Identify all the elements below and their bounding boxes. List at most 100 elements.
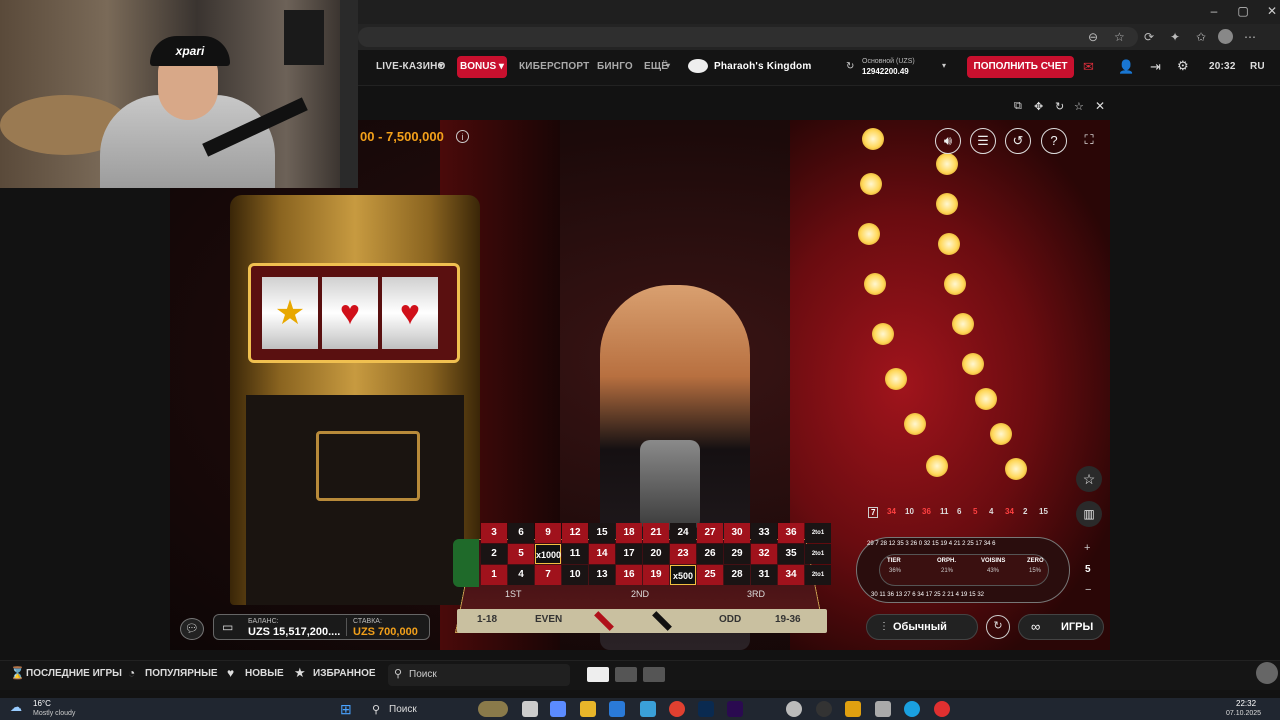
tab-favorites[interactable]: ИЗБРАННОЕ (313, 668, 376, 679)
telegram-icon[interactable] (640, 701, 656, 717)
more-menu-icon[interactable]: ⋯ (1244, 30, 1256, 44)
number-cell[interactable]: 26 (697, 544, 723, 564)
number-cell[interactable]: 29 (724, 544, 750, 564)
number-cell[interactable]: 27 (697, 523, 723, 543)
number-cell[interactable]: 2 (481, 544, 507, 564)
number-cell[interactable]: 6 (508, 523, 534, 543)
dozen-2[interactable]: 2ND (631, 589, 649, 599)
number-cell[interactable]: 30 (724, 523, 750, 543)
number-cell[interactable]: 28 (724, 565, 750, 585)
nav-more[interactable]: ЕЩЁ (644, 61, 668, 72)
dozen-1[interactable]: 1ST (505, 589, 522, 599)
tab-recent-games[interactable]: ПОСЛЕДНИЕ ИГРЫ (26, 668, 122, 679)
refresh-balance-icon[interactable]: ↻ (846, 61, 854, 72)
app-icon[interactable] (845, 701, 861, 717)
number-cell[interactable]: x500 (670, 565, 696, 585)
widget-icon[interactable] (478, 701, 508, 717)
address-bar[interactable] (358, 27, 1138, 47)
autoplay-icon[interactable]: ↻ (986, 615, 1010, 639)
chrome-icon[interactable] (669, 701, 685, 717)
premiere-icon[interactable] (727, 701, 743, 717)
game-search-input[interactable]: ⚲ Поиск (388, 664, 570, 686)
history-icon[interactable]: ↺ (1005, 128, 1031, 154)
number-cell[interactable]: 17 (616, 544, 642, 564)
info-icon[interactable]: i (456, 130, 469, 143)
roulette-betting-table[interactable]: 3 6 9 12 15 18 21 24 27 30 33 36 2to1 2 5 x1000 11 14 17 20… (445, 523, 835, 633)
reader-icon[interactable]: ⊖ (1088, 30, 1098, 44)
number-cell[interactable]: 9 (535, 523, 561, 543)
number-cell[interactable]: 14 (589, 544, 615, 564)
chat-icon[interactable]: 💬︎ (180, 618, 204, 640)
maximize-icon[interactable]: ▢ (1233, 4, 1253, 18)
move-icon[interactable]: ✥ (1034, 100, 1043, 113)
extensions-icon[interactable]: ⟳ (1144, 30, 1154, 44)
account-balance[interactable]: 12942200.49 (862, 67, 909, 76)
popout-icon[interactable]: ⧉ (1014, 100, 1022, 113)
store-icon[interactable] (609, 701, 625, 717)
nav-esports[interactable]: КИБЕРСПОРТ (519, 61, 589, 72)
zero-cell[interactable] (453, 539, 479, 587)
number-cell[interactable]: 13 (589, 565, 615, 585)
games-button[interactable]: ∞ ИГРЫ (1018, 614, 1104, 640)
number-cell[interactable]: 11 (562, 544, 588, 564)
photoshop-icon[interactable] (698, 701, 714, 717)
explorer-icon[interactable] (580, 701, 596, 717)
profile-avatar[interactable] (1218, 29, 1233, 44)
number-cell[interactable]: 24 (670, 523, 696, 543)
column-bet[interactable]: 2to1 (805, 565, 831, 585)
chevron-down-icon[interactable]: ▾ (942, 61, 946, 70)
task-view-icon[interactable] (522, 701, 538, 717)
race-voisins[interactable]: VOISINS (981, 558, 1005, 564)
obs-icon[interactable] (816, 701, 832, 717)
number-cell[interactable]: 36 (778, 523, 804, 543)
logout-icon[interactable]: ⇥ (1150, 59, 1161, 75)
calculator-icon[interactable] (875, 701, 891, 717)
plus-icon[interactable]: + (1084, 542, 1090, 554)
yandex-icon[interactable] (934, 701, 950, 717)
number-cell[interactable]: 5 (508, 544, 534, 564)
number-cell[interactable]: 20 (643, 544, 669, 564)
settings-gear-icon[interactable]: ⚙ (1177, 58, 1189, 74)
favorite-star-icon[interactable]: ☆ (1074, 100, 1084, 113)
layout-quad-icon[interactable] (643, 667, 665, 682)
number-cell[interactable]: 16 (616, 565, 642, 585)
help-icon[interactable]: ? (1041, 128, 1067, 154)
number-cell[interactable]: 4 (508, 565, 534, 585)
favorites-icon[interactable]: ✩ (1196, 30, 1206, 44)
nav-live-casino[interactable]: LIVE-КАЗИНО (376, 61, 446, 72)
reload-icon[interactable]: ↻ (1055, 100, 1064, 113)
app-icon[interactable] (786, 701, 802, 717)
number-cell[interactable]: 23 (670, 544, 696, 564)
edge-icon[interactable] (904, 701, 920, 717)
bet-odd[interactable]: ODD (719, 614, 741, 625)
number-cell[interactable]: 1 (481, 565, 507, 585)
racetrack[interactable]: 29 7 28 12 35 3 26 0 32 15 19 4 21 2 25 … (856, 537, 1070, 603)
windows-start-icon[interactable]: ⊞ (340, 701, 352, 718)
mode-select[interactable]: ⋮ Обычный (866, 614, 978, 640)
column-bet[interactable]: 2to1 (805, 523, 831, 543)
support-avatar[interactable] (1256, 662, 1278, 684)
nav-bonus[interactable]: BONUS ▾ (457, 56, 507, 78)
column-bet[interactable]: 2to1 (805, 544, 831, 564)
bet-19-36[interactable]: 19-36 (775, 614, 801, 625)
number-cell[interactable]: 25 (697, 565, 723, 585)
language-select[interactable]: RU (1250, 61, 1265, 72)
bet-1-18[interactable]: 1-18 (477, 614, 497, 625)
close-window-icon[interactable]: ✕ (1262, 4, 1280, 18)
number-cell[interactable]: 21 (643, 523, 669, 543)
nav-bingo[interactable]: БИНГО (597, 61, 633, 72)
puzzle-icon[interactable]: ✦ (1170, 30, 1180, 44)
number-cell[interactable]: 3 (481, 523, 507, 543)
number-cell[interactable]: 32 (751, 544, 777, 564)
copilot-icon[interactable] (550, 701, 566, 717)
favorite-bet-star-icon[interactable]: ☆ (1076, 466, 1102, 492)
tab-popular[interactable]: ПОПУЛЯРНЫЕ (145, 668, 218, 679)
minimize-icon[interactable]: – (1204, 4, 1224, 18)
layout-single-icon[interactable] (587, 667, 609, 682)
race-orphelins[interactable]: ORPH. (937, 558, 956, 564)
bookmark-star-icon[interactable]: ☆ (1114, 30, 1125, 44)
number-cell[interactable]: 33 (751, 523, 777, 543)
number-cell[interactable]: 15 (589, 523, 615, 543)
layout-double-icon[interactable] (615, 667, 637, 682)
number-cell[interactable]: 12 (562, 523, 588, 543)
